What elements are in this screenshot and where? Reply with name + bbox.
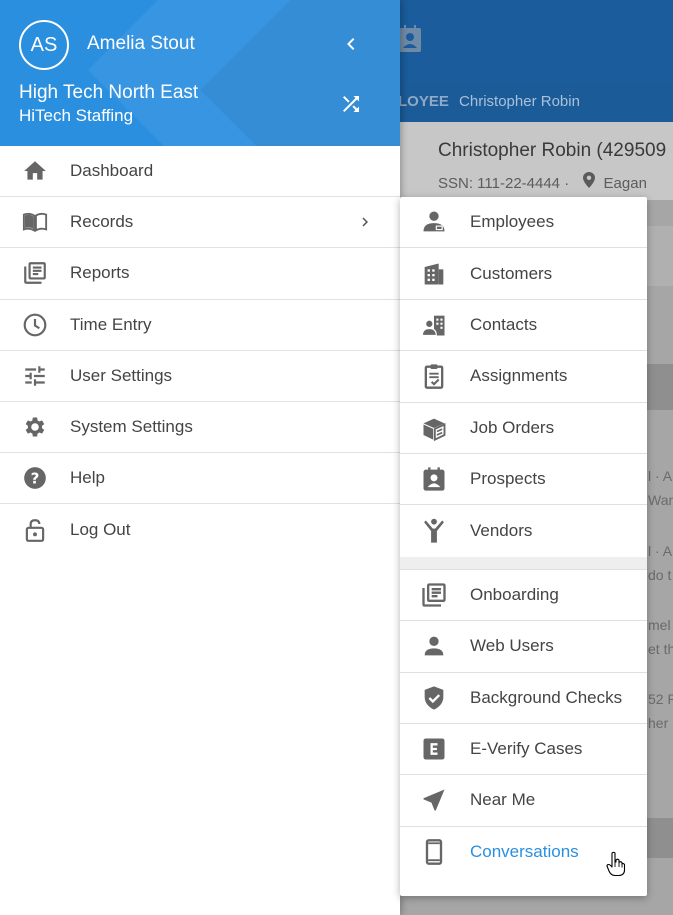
drawer-header: AS Amelia Stout High Tech North East HiT… [0, 0, 400, 146]
background-fragment: do t [648, 567, 672, 583]
phone-icon [420, 838, 448, 866]
submenu-item-onboarding[interactable]: Onboarding [400, 570, 647, 622]
background-ssn-text: SSN: 111-22-4444 · [438, 175, 570, 192]
shield-check-icon [420, 684, 448, 712]
nav-item-label: Dashboard [70, 161, 154, 181]
background-record-name: Christopher Robin (429509 [438, 140, 667, 161]
lock-open-icon [22, 517, 48, 543]
submenu-item-job-orders[interactable]: Job Orders [400, 403, 647, 454]
submenu-item-label: Web Users [470, 636, 554, 656]
submenu-item-label: E-Verify Cases [470, 739, 583, 759]
submenu-item-label: Prospects [470, 469, 546, 489]
nav-item-time-entry[interactable]: Time Entry [0, 300, 400, 351]
submenu-item-e-verify-cases[interactable]: E-Verify Cases [400, 724, 647, 776]
clipboard-check-icon [420, 362, 448, 390]
location-pin-icon [583, 172, 596, 192]
background-location-text: Eagan [603, 175, 647, 192]
onboarding-icon [420, 581, 448, 609]
records-submenu: Employees Customers Contacts Assignments… [400, 197, 647, 896]
vendor-icon [420, 517, 448, 545]
submenu-item-near-me[interactable]: Near Me [400, 775, 647, 827]
background-fragment: l · Ap [648, 468, 673, 484]
avatar[interactable]: AS [19, 20, 69, 70]
submenu-item-label: Job Orders [470, 417, 555, 437]
nav-item-label: Help [70, 468, 105, 488]
nav-item-records[interactable]: Records [0, 197, 400, 249]
nav-item-dashboard[interactable]: Dashboard [0, 146, 400, 198]
nav-item-label: Log Out [70, 519, 131, 539]
hand-pointer-cursor-icon [606, 851, 626, 877]
navigation-drawer: AS Amelia Stout High Tech North East HiT… [0, 0, 400, 915]
gear-icon [22, 414, 48, 440]
background-band [646, 818, 673, 858]
submenu-item-employees[interactable]: Employees [400, 197, 647, 249]
background-subbar-label: LOYEE [398, 93, 449, 110]
reports-icon [22, 260, 48, 286]
navigation-arrow-icon [420, 786, 448, 814]
nav-item-label: Time Entry [70, 314, 152, 334]
nav-list: Dashboard Records Reports Time Entry Use… [0, 146, 400, 556]
background-subbar-value: Christopher Robin [459, 93, 580, 110]
submenu-item-background-checks[interactable]: Background Checks [400, 673, 647, 724]
submenu-item-label: Onboarding [470, 584, 559, 604]
background-fragment: l · Ap [648, 543, 673, 559]
contact-card-icon [420, 465, 448, 493]
submenu-item-web-users[interactable]: Web Users [400, 621, 647, 673]
job-box-icon [420, 414, 448, 442]
building-icon [420, 260, 448, 288]
submenu-item-label: Customers [470, 263, 553, 283]
sliders-icon [22, 363, 48, 389]
submenu-item-label: Vendors [470, 521, 533, 541]
user-name: Amelia Stout [87, 33, 195, 54]
company-subname: HiTech Staffing [19, 106, 134, 125]
submenu-divider [400, 556, 647, 570]
submenu-item-label: Contacts [470, 314, 538, 334]
background-fragment: her [648, 715, 669, 731]
submenu-item-label: Assignments [470, 366, 568, 386]
company-name: High Tech North East [19, 82, 199, 103]
background-fragment: Wan [648, 492, 673, 508]
nav-item-label: User Settings [70, 365, 173, 385]
submenu-item-prospects[interactable]: Prospects [400, 454, 647, 506]
nav-item-label: System Settings [70, 417, 193, 437]
background-fragment: 52 P [648, 691, 673, 707]
submenu-item-label: Conversations [470, 842, 579, 862]
nav-item-label: Reports [70, 263, 130, 283]
nav-item-system-settings[interactable]: System Settings [0, 402, 400, 454]
nav-item-help[interactable]: ? Help [0, 453, 400, 505]
nav-item-log-out[interactable]: Log Out [0, 504, 400, 555]
chevron-right-icon [362, 217, 368, 227]
person-icon [420, 632, 448, 660]
submenu-item-label: Employees [470, 212, 555, 232]
background-fragment: et th [648, 641, 673, 657]
submenu-item-label: Background Checks [470, 687, 623, 707]
background-fragment: mel [648, 617, 671, 633]
background-band [646, 364, 673, 410]
submenu-item-vendors[interactable]: Vendors [400, 505, 647, 556]
home-icon [22, 158, 48, 184]
nav-item-user-settings[interactable]: User Settings [0, 351, 400, 402]
contact-building-icon [420, 311, 448, 339]
contact-card-icon [399, 25, 421, 52]
nav-item-reports[interactable]: Reports [0, 248, 400, 300]
submenu-item-contacts[interactable]: Contacts [400, 300, 647, 352]
submenu-item-label: Near Me [470, 790, 536, 810]
employee-badge-icon [420, 208, 448, 236]
submenu-item-customers[interactable]: Customers [400, 248, 647, 300]
submenu-item-assignments[interactable]: Assignments [400, 351, 647, 403]
background-record-ssn: SSN: 111-22-4444 · Eagan [438, 172, 647, 192]
background-band [646, 226, 673, 286]
nav-item-label: Records [70, 212, 134, 232]
help-icon: ? [22, 465, 48, 491]
book-icon [22, 209, 48, 235]
shuffle-icon[interactable] [339, 92, 363, 116]
e-verify-icon [420, 735, 448, 763]
svg-text:?: ? [31, 470, 40, 488]
clock-icon [22, 312, 48, 338]
chevron-left-icon[interactable] [339, 32, 363, 56]
